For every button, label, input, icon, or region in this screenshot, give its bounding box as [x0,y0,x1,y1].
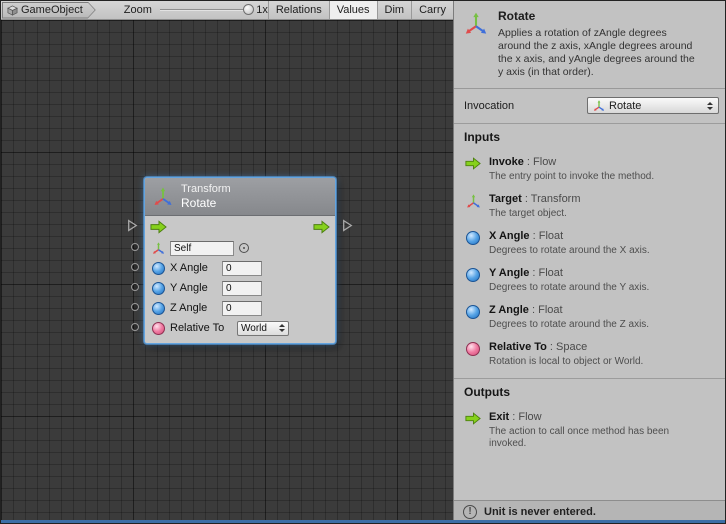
dim-button[interactable]: Dim [377,1,412,19]
object-picker-icon[interactable] [239,243,249,253]
target-self-field[interactable] [170,241,234,256]
relative-to-dropdown[interactable]: World [237,321,289,336]
graph-canvas[interactable]: Transform Rotate [1,20,453,522]
input-entry-target: TargetTransform The target object. [454,193,726,220]
y-angle-row: Y Angle [145,278,335,298]
y-angle-label: Y Angle [170,282,217,294]
transform-rotate-node[interactable]: Transform Rotate [144,177,336,344]
transform-icon [464,12,488,36]
window-bottom-accent [1,520,726,523]
popup-arrows-icon [707,102,713,110]
target-input-connector[interactable] [131,243,139,251]
carry-button[interactable]: Carry [411,1,453,19]
flow-icon [464,156,482,183]
target-row [145,238,335,258]
float-port-icon[interactable] [152,262,165,275]
float-port-icon[interactable] [152,302,165,315]
flow-icon [464,411,482,450]
breadcrumb-label: GameObject [21,4,83,16]
zoom-slider[interactable] [160,9,250,11]
z-angle-input-connector[interactable] [131,303,139,311]
warning-text: Unit is never entered. [484,506,596,518]
node-subtitle: Rotate [181,196,231,210]
transform-icon [152,242,165,255]
flow-input-connector[interactable] [127,219,138,235]
invocation-dropdown[interactable]: Rotate [587,97,719,114]
input-entry-relative-to: Relative ToSpace Rotation is local to ob… [454,341,726,368]
x-angle-input-connector[interactable] [131,263,139,271]
inspector-header: Rotate Applies a rotation of zAngle degr… [454,1,726,89]
values-button[interactable]: Values [329,1,377,19]
flow-output-connector[interactable] [342,219,353,235]
transform-icon [593,100,605,112]
space-port-icon[interactable] [152,322,165,335]
float-icon [464,304,482,331]
node-title: Transform [181,183,231,196]
outputs-list: ExitFlow The action to call once method … [454,404,726,450]
input-entry-y-angle: Y AngleFloat Degrees to rotate around th… [454,267,726,294]
breadcrumb[interactable]: GameObject [2,2,96,19]
z-angle-label: Z Angle [170,302,217,314]
relative-to-label: Relative To [170,322,232,334]
toolbar-toggle-group: Relations Values Dim Carry [268,1,453,19]
invocation-value: Rotate [609,100,703,112]
outputs-section-header: Outputs [454,378,726,404]
node-header[interactable]: Transform Rotate [145,178,335,216]
x-angle-label: X Angle [170,262,217,274]
z-angle-row: Z Angle [145,298,335,318]
invoke-flow-port[interactable] [150,220,167,234]
input-entry-invoke: InvokeFlow The entry point to invoke the… [454,156,726,183]
y-angle-field[interactable] [222,281,262,296]
float-icon [464,230,482,257]
float-icon [464,267,482,294]
inspector-title: Rotate [498,9,700,23]
unit-inspector-panel: Rotate Applies a rotation of zAngle degr… [453,1,726,522]
relative-to-value: World [241,323,267,334]
invocation-label: Invocation [464,100,514,112]
transform-icon [464,193,482,220]
input-entry-z-angle: Z AngleFloat Degrees to rotate around th… [454,304,726,331]
inputs-section-header: Inputs [454,123,726,149]
relative-to-input-connector[interactable] [131,323,139,331]
bolt-editor-window: GameObject Zoom 1x Relations Values Dim … [0,0,726,524]
float-port-icon[interactable] [152,282,165,295]
warning-icon [463,505,477,519]
output-entry-exit: ExitFlow The action to call once method … [454,411,726,450]
gameobject-icon [7,5,18,16]
input-entry-x-angle: X AngleFloat Degrees to rotate around th… [454,230,726,257]
graph-toolbar: GameObject Zoom 1x Relations Values Dim … [1,1,453,20]
x-angle-field[interactable] [222,261,262,276]
exit-flow-port[interactable] [313,220,330,234]
zoom-slider-knob[interactable] [243,4,254,15]
inspector-description: Applies a rotation of zAngle degrees aro… [498,27,700,79]
relations-button[interactable]: Relations [268,1,329,19]
z-angle-field[interactable] [222,301,262,316]
zoom-value: 1x [256,4,268,16]
invocation-row: Invocation Rotate [454,89,726,123]
zoom-label: Zoom [124,4,152,16]
space-icon [464,341,482,368]
warning-bar: Unit is never entered. [454,500,726,522]
x-angle-row: X Angle [145,258,335,278]
relative-to-row: Relative To World [145,318,335,338]
popup-arrows-icon [279,324,285,332]
inputs-list: InvokeFlow The entry point to invoke the… [454,149,726,368]
y-angle-input-connector[interactable] [131,283,139,291]
transform-icon [153,187,173,207]
flow-port-row [145,216,335,238]
